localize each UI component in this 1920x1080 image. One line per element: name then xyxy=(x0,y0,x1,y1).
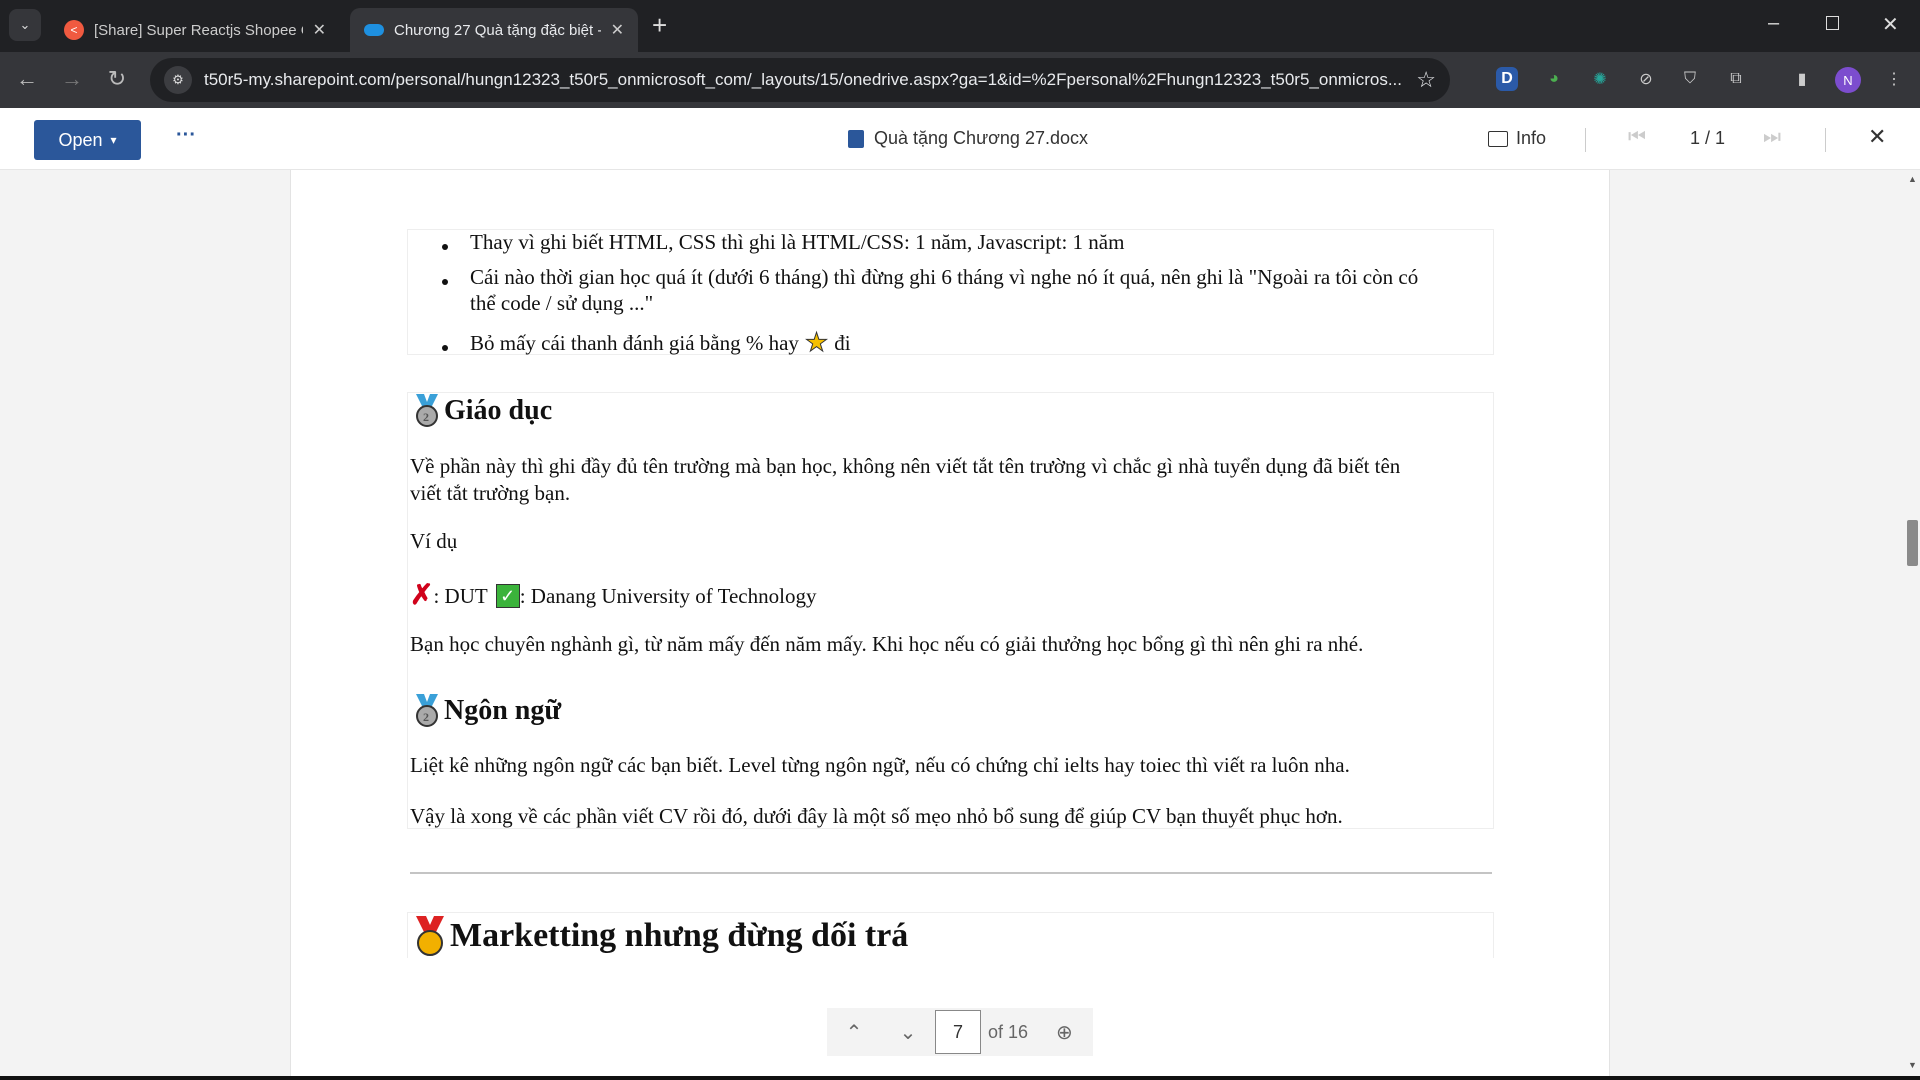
paragraph: Liệt kê những ngôn ngữ các bạn biết. Lev… xyxy=(410,753,1350,777)
extension-d-icon[interactable]: D xyxy=(1496,67,1518,91)
silver-medal-icon: 2 xyxy=(412,394,442,428)
tab-search-button[interactable]: ⌄ xyxy=(9,9,41,41)
last-page-icon[interactable]: ⏭ xyxy=(1763,126,1781,149)
bottom-edge xyxy=(0,1076,1920,1080)
extension-shield-icon[interactable]: ⛉ xyxy=(1676,65,1704,93)
check-mark-icon: ✓ xyxy=(495,584,520,608)
paragraph: viết tắt trường bạn. xyxy=(410,481,571,505)
gold-medal-icon xyxy=(412,916,448,956)
zoom-in-icon[interactable]: ⊕ xyxy=(1056,1020,1073,1045)
scroll-up-arrow[interactable]: ▲ xyxy=(1908,174,1917,184)
svg-text:2: 2 xyxy=(423,710,429,724)
reload-icon[interactable]: ↻ xyxy=(102,66,132,92)
next-page-button[interactable]: ⌄ xyxy=(881,1020,935,1045)
bookmark-star-icon[interactable]: ☆ xyxy=(1416,67,1436,93)
extension-web-icon[interactable]: ✺ xyxy=(1586,65,1614,93)
page-count: 1 / 1 xyxy=(1690,128,1726,148)
extension-globe-icon[interactable]: ◕ xyxy=(1540,65,1568,93)
bullet xyxy=(442,345,448,351)
profile-avatar[interactable]: N xyxy=(1835,67,1861,93)
file-title: Quà tặng Chương 27.docx xyxy=(848,128,1088,149)
page-total: of 16 xyxy=(988,1021,1029,1042)
vertical-scrollbar[interactable]: ▲ ▼ xyxy=(1905,170,1920,1076)
open-button[interactable]: Open ▾ xyxy=(34,120,141,160)
star-icon: ★ xyxy=(804,328,829,357)
address-row: ← → ↻ ⚙ t50r5-my.sharepoint.com/personal… xyxy=(0,52,1920,108)
horizontal-rule xyxy=(410,872,1492,874)
close-tab-icon[interactable]: ✕ xyxy=(313,20,326,40)
tab-bar: ⌄ < [Share] Super Reactjs Shopee Cl ✕ Ch… xyxy=(0,0,1920,52)
viewer-toolbar: Open ▾ ··· Quà tặng Chương 27.docx Info ⏮… xyxy=(0,108,1920,170)
info-button[interactable]: Info xyxy=(1488,128,1546,149)
close-tab-icon[interactable]: ✕ xyxy=(611,20,624,40)
side-panel-icon[interactable]: ▮ xyxy=(1788,65,1816,93)
previous-page-button[interactable]: ⌃ xyxy=(827,1020,881,1045)
example-line: ✗ : DUT ✓ : Danang University of Technol… xyxy=(410,580,817,611)
divider xyxy=(1585,128,1586,152)
list-item-continued: thể code / sử dụng ..." xyxy=(470,291,654,315)
divider xyxy=(1825,128,1826,152)
page-navigator: ⌃ ⌄ 7 of 16 ⊕ xyxy=(827,1008,1093,1056)
silver-medal-icon: 2 xyxy=(412,694,442,728)
list-item: Cái nào thời gian học quá ít (dưới 6 thá… xyxy=(470,265,1419,289)
forward-icon[interactable]: → xyxy=(57,66,87,92)
bullet xyxy=(442,279,448,285)
menu-icon[interactable]: ⋮ xyxy=(1880,65,1908,93)
more-options-button[interactable]: ··· xyxy=(176,124,196,147)
close-window-button[interactable]: ✕ xyxy=(1882,12,1899,37)
paragraph: Vậy là xong về các phần viết CV rồi đó, … xyxy=(410,804,1343,828)
minimize-button[interactable]: – xyxy=(1768,12,1779,35)
list-item: Thay vì ghi biết HTML, CSS thì ghi là HT… xyxy=(470,230,1125,254)
back-icon[interactable]: ← xyxy=(12,66,42,92)
word-doc-icon xyxy=(848,129,864,148)
chevron-down-icon: ▾ xyxy=(110,133,117,147)
bullet xyxy=(442,244,448,250)
tab-share-reactjs[interactable]: < [Share] Super Reactjs Shopee Cl ✕ xyxy=(50,8,340,52)
info-panel-icon xyxy=(1488,130,1508,147)
extensions-puzzle-icon[interactable]: ⧉ xyxy=(1722,65,1750,93)
cross-mark-icon: ✗ xyxy=(410,580,434,611)
svg-text:2: 2 xyxy=(423,410,429,424)
education-heading: 2 Giáo dục xyxy=(412,394,552,428)
list-item: Bỏ mấy cái thanh đánh giá bằng % hay ★ đ… xyxy=(470,328,851,357)
site-info-icon[interactable]: ⚙ xyxy=(164,66,192,94)
address-bar[interactable]: ⚙ t50r5-my.sharepoint.com/personal/hungn… xyxy=(150,58,1450,102)
scrollbar-thumb[interactable] xyxy=(1907,520,1918,566)
page-number-input[interactable]: 7 xyxy=(935,1010,981,1054)
paragraph: Ví dụ xyxy=(410,529,458,553)
new-tab-button[interactable]: + xyxy=(652,10,667,41)
restore-button[interactable] xyxy=(1826,16,1839,30)
language-heading: 2 Ngôn ngữ xyxy=(412,694,561,728)
scroll-down-arrow[interactable]: ▼ xyxy=(1908,1060,1917,1070)
tab-chuong-27[interactable]: Chương 27 Quà tặng đặc biệt - ✕ xyxy=(350,8,638,52)
marketing-heading: Marketting nhưng đừng dối trá xyxy=(412,916,908,956)
paragraph: Về phần này thì ghi đầy đủ tên trường mà… xyxy=(410,454,1401,478)
close-viewer-button[interactable]: ✕ xyxy=(1868,124,1886,150)
onedrive-icon xyxy=(364,24,384,36)
first-page-icon[interactable]: ⏮ xyxy=(1628,126,1646,149)
paragraph: Bạn học chuyên nghành gì, từ năm mấy đến… xyxy=(410,632,1364,656)
extension-compass-icon[interactable]: ⊘ xyxy=(1632,65,1660,93)
share-icon: < xyxy=(64,20,84,40)
